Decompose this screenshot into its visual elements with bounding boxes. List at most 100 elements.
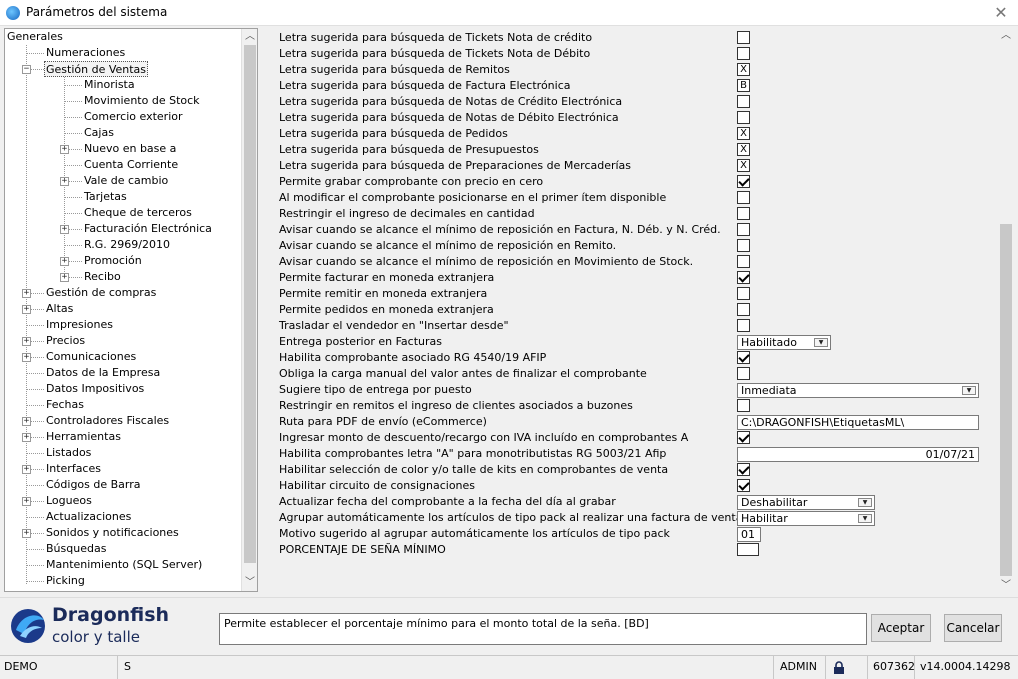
setting-checkbox[interactable]: [737, 223, 750, 236]
setting-dropdown[interactable]: Habilitar ▼: [737, 511, 875, 526]
expand-icon[interactable]: +: [60, 145, 69, 154]
tree-item[interactable]: Cajas: [84, 125, 114, 141]
tree-item[interactable]: Altas: [46, 301, 73, 317]
setting-dropdown[interactable]: Deshabilitar ▼: [737, 495, 875, 510]
tree-item[interactable]: Tarjetas: [84, 189, 127, 205]
dropdown-arrow-icon[interactable]: ▼: [814, 338, 828, 347]
tree-item[interactable]: Recibo: [84, 269, 121, 285]
tree-item[interactable]: Nuevo en base a: [84, 141, 176, 157]
settings-scroll-down-icon[interactable]: ﹀: [998, 578, 1014, 594]
tree-item[interactable]: Precios: [46, 333, 85, 349]
expand-icon[interactable]: +: [60, 177, 69, 186]
tree-item[interactable]: Minorista: [84, 77, 135, 93]
setting-letter-field[interactable]: [737, 31, 750, 44]
expand-icon[interactable]: +: [22, 417, 31, 426]
setting-letter-field[interactable]: X: [737, 63, 750, 76]
setting-checkbox[interactable]: [737, 479, 750, 492]
setting-checkbox[interactable]: [737, 287, 750, 300]
tree-item[interactable]: Numeraciones: [46, 45, 125, 61]
status-version: v14.0004.14298: [920, 660, 1011, 673]
setting-letter-field[interactable]: X: [737, 127, 750, 140]
setting-letter-field[interactable]: X: [737, 159, 750, 172]
tree-item[interactable]: Datos de la Empresa: [46, 365, 160, 381]
tree-item[interactable]: Fechas: [46, 397, 84, 413]
cancel-button[interactable]: Cancelar: [944, 614, 1002, 642]
setting-checkbox[interactable]: [737, 463, 750, 476]
expand-icon[interactable]: +: [60, 225, 69, 234]
tree-item[interactable]: Cuenta Corriente: [84, 157, 178, 173]
tree-item[interactable]: Logueos: [46, 493, 92, 509]
tree-item[interactable]: Promoción: [84, 253, 142, 269]
setting-letter-field[interactable]: [737, 47, 750, 60]
tree-item[interactable]: Generales: [7, 29, 63, 45]
tree-item[interactable]: Comercio exterior: [84, 109, 183, 125]
collapse-icon[interactable]: −: [22, 65, 31, 74]
setting-text-field[interactable]: C:\DRAGONFISH\EtiquetasML\: [737, 415, 979, 430]
close-icon[interactable]: ✕: [992, 3, 1010, 22]
setting-checkbox[interactable]: [737, 239, 750, 252]
tree-item[interactable]: Actualizaciones: [46, 509, 131, 525]
setting-checkbox[interactable]: [737, 431, 750, 444]
tree-item[interactable]: Herramientas: [46, 429, 121, 445]
tree-item[interactable]: Listados: [46, 445, 91, 461]
setting-letter-field[interactable]: [737, 95, 750, 108]
tree-item[interactable]: Gestión de compras: [46, 285, 156, 301]
tree-scrollbar[interactable]: ︿ ﹀: [241, 29, 257, 591]
setting-code-field[interactable]: 01: [737, 527, 761, 542]
tree-scroll-up-icon[interactable]: ︿: [242, 29, 257, 45]
setting-checkbox[interactable]: [737, 303, 750, 316]
expand-icon[interactable]: +: [22, 465, 31, 474]
tree-item[interactable]: Vale de cambio: [84, 173, 168, 189]
setting-checkbox[interactable]: [737, 255, 750, 268]
dropdown-arrow-icon[interactable]: ▼: [858, 514, 872, 523]
tree-item[interactable]: Controladores Fiscales: [46, 413, 169, 429]
expand-icon[interactable]: +: [60, 273, 69, 282]
tree-item[interactable]: Interfaces: [46, 461, 101, 477]
setting-checkbox[interactable]: [737, 351, 750, 364]
expand-icon[interactable]: +: [22, 289, 31, 298]
tree-item[interactable]: Impresiones: [46, 317, 113, 333]
setting-checkbox[interactable]: [737, 175, 750, 188]
tree-item[interactable]: Búsquedas: [46, 541, 106, 557]
settings-scrollbar[interactable]: ︿ ﹀: [998, 28, 1014, 594]
tree-item[interactable]: Datos Impositivos: [46, 381, 144, 397]
setting-dropdown[interactable]: Habilitado ▼: [737, 335, 831, 350]
tree-item[interactable]: Gestión de Ventas: [44, 61, 149, 77]
setting-checkbox[interactable]: [737, 191, 750, 204]
expand-icon[interactable]: +: [22, 353, 31, 362]
tree-item[interactable]: Cheque de terceros: [84, 205, 192, 221]
setting-date-field[interactable]: 01/07/21: [737, 447, 979, 462]
tree-item[interactable]: R.G. 2969/2010: [84, 237, 170, 253]
tree-item[interactable]: Mantenimiento (SQL Server): [46, 557, 202, 573]
tree-scroll-thumb[interactable]: [244, 45, 256, 563]
tree-item[interactable]: Facturación Electrónica: [84, 221, 212, 237]
setting-checkbox[interactable]: [737, 271, 750, 284]
setting-checkbox[interactable]: [737, 319, 750, 332]
accept-button[interactable]: Aceptar: [871, 614, 931, 642]
setting-checkbox[interactable]: [737, 399, 750, 412]
setting-dropdown[interactable]: Inmediata ▼: [737, 383, 979, 398]
expand-icon[interactable]: +: [60, 257, 69, 266]
tree-item[interactable]: Códigos de Barra: [46, 477, 141, 493]
tree-item[interactable]: Comunicaciones: [46, 349, 136, 365]
setting-letter-field[interactable]: B: [737, 79, 750, 92]
expand-icon[interactable]: +: [22, 433, 31, 442]
category-tree[interactable]: Generales Numeraciones − Gestión de Ventas M…: [4, 28, 258, 592]
setting-checkbox[interactable]: [737, 207, 750, 220]
expand-icon[interactable]: +: [22, 529, 31, 538]
dropdown-arrow-icon[interactable]: ▼: [858, 498, 872, 507]
expand-icon[interactable]: +: [22, 497, 31, 506]
tree-scroll-down-icon[interactable]: ﹀: [242, 575, 257, 591]
tree-item[interactable]: Sonidos y notificaciones: [46, 525, 179, 541]
expand-icon[interactable]: +: [22, 337, 31, 346]
setting-letter-field[interactable]: X: [737, 143, 750, 156]
settings-scroll-thumb[interactable]: [1000, 224, 1012, 576]
setting-checkbox[interactable]: [737, 367, 750, 380]
tree-item[interactable]: Picking: [46, 573, 85, 589]
dropdown-arrow-icon[interactable]: ▼: [962, 386, 976, 395]
tree-item[interactable]: Movimiento de Stock: [84, 93, 200, 109]
setting-letter-field[interactable]: [737, 111, 750, 124]
setting-letter-field[interactable]: [737, 543, 759, 556]
settings-scroll-up-icon[interactable]: ︿: [998, 28, 1014, 44]
expand-icon[interactable]: +: [22, 305, 31, 314]
